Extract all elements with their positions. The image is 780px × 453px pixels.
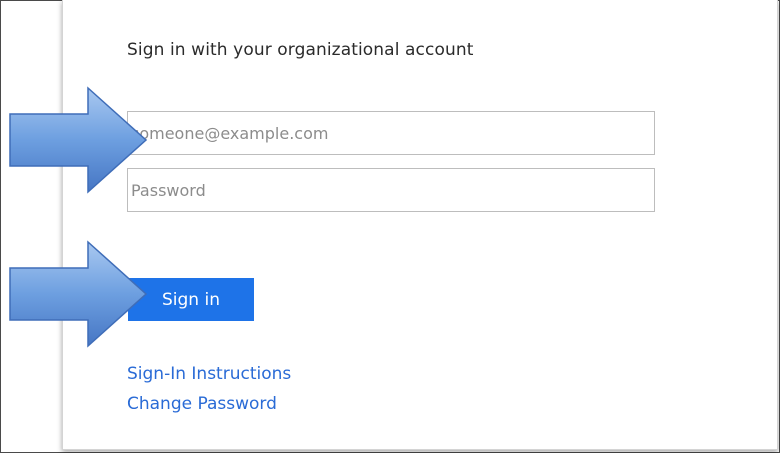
login-heading: Sign in with your organizational account	[127, 40, 474, 60]
screenshot-stage: Sign in with your organizational account…	[0, 0, 780, 453]
change-password-link[interactable]: Change Password	[127, 394, 277, 414]
email-field[interactable]	[127, 111, 655, 155]
password-field[interactable]	[127, 168, 655, 212]
sign-in-instructions-link[interactable]: Sign-In Instructions	[127, 364, 291, 384]
sign-in-button[interactable]: Sign in	[128, 278, 254, 321]
